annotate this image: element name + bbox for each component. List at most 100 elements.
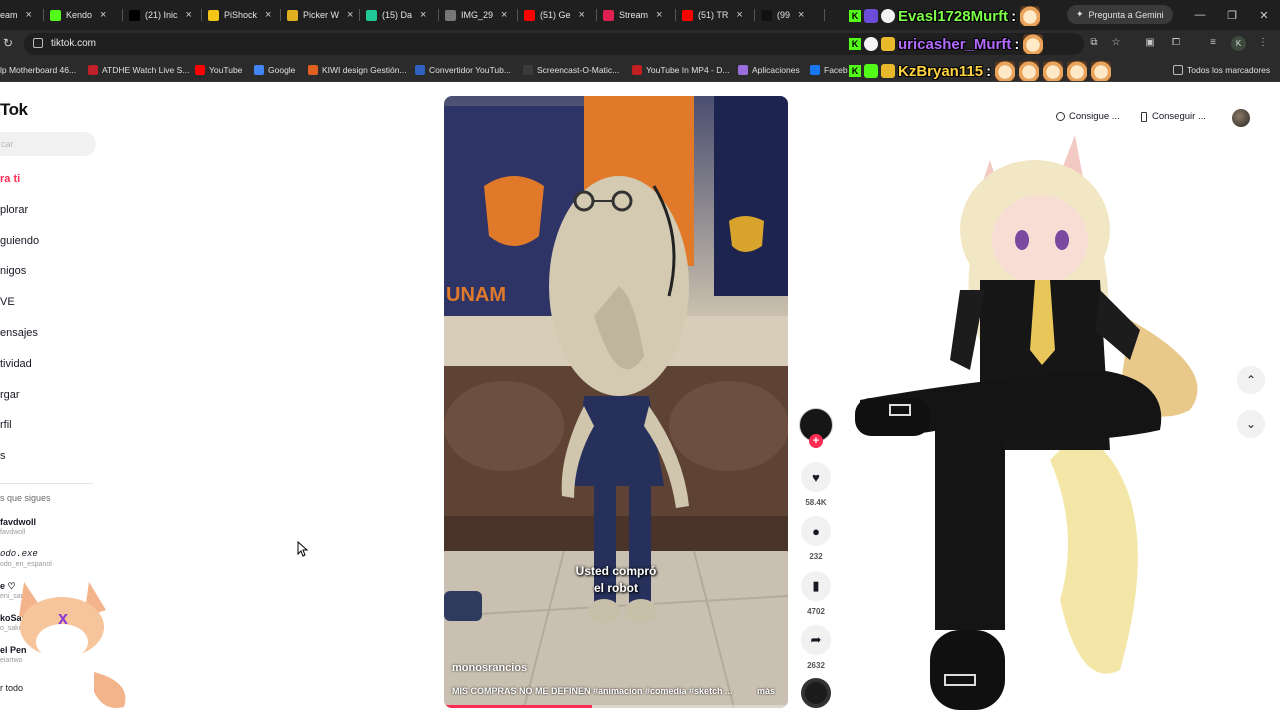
minimize-icon[interactable]: —: [1184, 0, 1216, 30]
browser-tab[interactable]: Stream ×: [597, 0, 676, 30]
follow-plus-icon[interactable]: +: [809, 434, 823, 448]
bookmark-item[interactable]: Convertidor YouTub...: [415, 64, 511, 76]
sidebar-nav-item[interactable]: rgar: [0, 389, 20, 401]
bookmark-item[interactable]: Screencast-O-Matic...: [523, 64, 619, 76]
svg-text:x: x: [58, 608, 68, 628]
chat-username: Evasl1728Murft: [898, 7, 1009, 25]
browser-tab[interactable]: (99 ×: [755, 0, 825, 30]
streamlabs-icon: [603, 9, 614, 21]
tab-label: PiShock: [224, 10, 258, 20]
sidebar-nav-item[interactable]: rfil: [0, 419, 12, 431]
browser-tab[interactable]: eam ×: [0, 0, 44, 30]
sidebar-nav-item[interactable]: nigos: [0, 265, 26, 277]
video-author[interactable]: monosrancios: [452, 662, 527, 674]
video-player[interactable]: UNAM Usted compró el robot monosrancios …: [444, 96, 788, 708]
browser-tab[interactable]: (21) Inic ×: [123, 0, 202, 30]
tab-label: (51) TR: [698, 10, 729, 20]
bookmark-favicon-icon: [195, 65, 205, 75]
profile-icon[interactable]: K: [1231, 36, 1246, 51]
star-icon[interactable]: ☆: [1110, 37, 1122, 49]
get-coins-button[interactable]: Consigue ...: [1056, 111, 1120, 122]
svg-text:UNAM: UNAM: [446, 284, 506, 306]
tiktok-logo[interactable]: Tok: [0, 100, 28, 120]
reload-icon[interactable]: ↻: [3, 36, 13, 50]
browser-tab[interactable]: Kendo ×: [44, 0, 123, 30]
next-video-button[interactable]: ⌄: [1237, 410, 1265, 438]
following-account-name[interactable]: odo.exe: [0, 549, 38, 559]
tab-label: (21) Inic: [145, 10, 178, 20]
sidebar-nav-item[interactable]: s: [0, 450, 6, 462]
close-tab-icon[interactable]: ×: [579, 9, 585, 21]
music-disc-icon[interactable]: [801, 678, 831, 708]
close-tab-icon[interactable]: ×: [26, 9, 32, 21]
all-bookmarks-label: Todos los marcadores: [1187, 65, 1271, 75]
close-tab-icon[interactable]: ×: [265, 9, 271, 21]
save-button[interactable]: ▮: [801, 571, 831, 601]
sidebar-nav-item[interactable]: ra ti: [0, 173, 20, 185]
like-button[interactable]: ♥: [801, 462, 831, 492]
url-text[interactable]: tiktok.com: [51, 38, 96, 49]
video-caption-line2: el robot: [594, 581, 638, 595]
sidebar-divider: [0, 483, 93, 484]
bookmark-item[interactable]: KIWI design Gestión...: [308, 64, 407, 76]
browser-tab[interactable]: (51) Ge ×: [518, 0, 597, 30]
bookmark-item[interactable]: ATDHE Watch Live S...: [88, 64, 189, 76]
following-section-title: s que sigues: [0, 493, 51, 503]
gemini-button[interactable]: ✦ Pregunta a Gemini: [1067, 5, 1173, 24]
bookmark-item[interactable]: Faceb: [810, 64, 848, 76]
sidebar-nav-item[interactable]: ensajes: [0, 327, 38, 339]
extension-icon[interactable]: ▣: [1144, 37, 1156, 49]
close-tab-icon[interactable]: ×: [420, 9, 426, 21]
bookmark-label: YouTube In MP4 - D...: [646, 65, 730, 75]
comment-button[interactable]: ●: [801, 516, 831, 546]
bookmark-favicon-icon: [88, 65, 98, 75]
bookmark-item[interactable]: lp Motherboard 46...: [0, 64, 76, 76]
maximize-icon[interactable]: ❐: [1216, 0, 1248, 30]
puzzle-icon[interactable]: ⧠: [1170, 37, 1182, 49]
browser-tab[interactable]: (51) TR ×: [676, 0, 755, 30]
bookmark-item[interactable]: YouTube In MP4 - D...: [632, 64, 729, 76]
bookmark-item[interactable]: Google: [254, 64, 295, 76]
site-info-icon[interactable]: [33, 38, 43, 48]
sidebar-nav-item[interactable]: tividad: [0, 358, 32, 370]
close-tab-icon[interactable]: ×: [186, 9, 192, 21]
tiktok-icon: [761, 9, 772, 21]
close-window-icon[interactable]: ✕: [1248, 0, 1280, 30]
share-button[interactable]: ➦: [801, 625, 831, 655]
video-progress-bar[interactable]: [444, 705, 788, 708]
bookmark-label: ATDHE Watch Live S...: [102, 65, 190, 75]
bookmark-item[interactable]: YouTube: [195, 64, 242, 76]
close-tab-icon[interactable]: ×: [347, 9, 353, 21]
bookmark-label: Convertidor YouTub...: [429, 65, 511, 75]
user-avatar[interactable]: [1232, 109, 1250, 127]
sidebar-nav-item[interactable]: VE: [0, 296, 15, 308]
translate-icon[interactable]: ⧉: [1088, 37, 1100, 49]
following-account-name[interactable]: favdwoll: [0, 517, 36, 527]
sidebar-nav-item[interactable]: plorar: [0, 204, 28, 216]
close-tab-icon[interactable]: ×: [656, 9, 662, 21]
media-icon[interactable]: ≡: [1207, 37, 1219, 49]
bookmark-label: lp Motherboard 46...: [0, 65, 77, 75]
sparkle-icon: ✦: [1076, 9, 1084, 19]
fox-emote-icon: [995, 61, 1016, 81]
more-link[interactable]: más: [757, 686, 775, 696]
search-input[interactable]: car: [0, 132, 96, 156]
bookmark-item[interactable]: Aplicaciones: [738, 64, 800, 76]
close-tab-icon[interactable]: ×: [798, 9, 804, 21]
bookmark-label: Faceb: [824, 65, 848, 75]
tab-label: (15) Da: [382, 10, 413, 20]
close-tab-icon[interactable]: ×: [100, 9, 106, 21]
close-tab-icon[interactable]: ×: [501, 9, 507, 21]
all-bookmarks[interactable]: Todos los marcadores: [1173, 64, 1270, 76]
browser-tab[interactable]: Picker W ×: [281, 0, 360, 30]
menu-dots-icon[interactable]: ⋮: [1257, 37, 1269, 49]
previous-video-button[interactable]: ⌃: [1237, 366, 1265, 394]
browser-tab[interactable]: IMG_29 ×: [439, 0, 518, 30]
get-app-button[interactable]: Conseguir ...: [1141, 111, 1206, 122]
sidebar-nav-item[interactable]: guiendo: [0, 235, 39, 247]
browser-tab[interactable]: PiShock ×: [202, 0, 281, 30]
tab-label: (99: [777, 10, 791, 20]
close-tab-icon[interactable]: ×: [736, 9, 742, 21]
get-app-label: Conseguir ...: [1152, 111, 1206, 122]
browser-tab[interactable]: (15) Da ×: [360, 0, 439, 30]
